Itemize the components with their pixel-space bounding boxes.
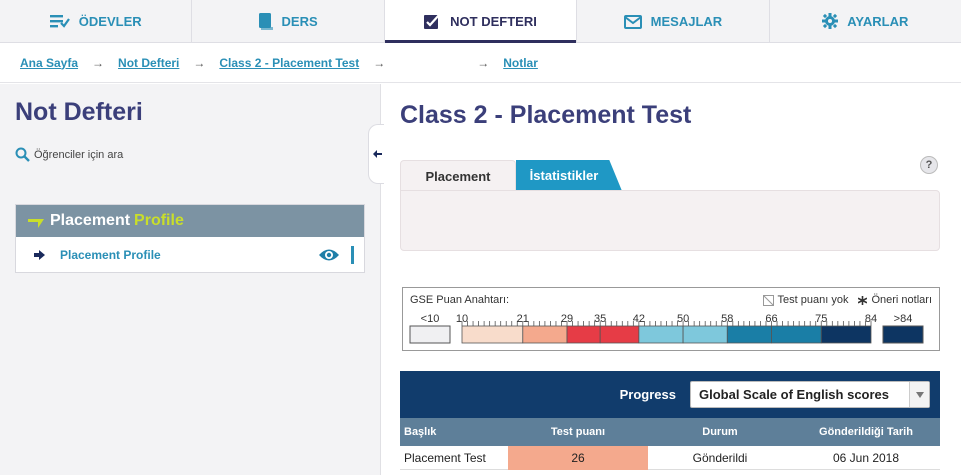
row-title: Placement Test xyxy=(404,450,486,465)
breadcrumb-redacted xyxy=(399,57,464,68)
gse-scale: <10 10 21 29 35 42 50 58 66 75 84 >84 xyxy=(409,313,924,344)
arrow-left-icon xyxy=(372,150,382,158)
gse-low-box xyxy=(409,325,451,344)
progress-label: Progress xyxy=(619,387,676,402)
page-title: Not Defteri xyxy=(15,98,143,126)
profile-item-divider xyxy=(351,246,354,264)
breadcrumb-notes[interactable]: Notlar xyxy=(503,56,538,70)
table-row[interactable]: Placement Test 26 Gönderildi 06 Jun 2018 xyxy=(400,445,940,470)
gse-tick-label: 58 xyxy=(721,313,733,325)
breadcrumb-gradebook[interactable]: Not Defteri xyxy=(118,56,179,70)
subtab-panel xyxy=(400,190,940,251)
arrow-right-icon xyxy=(34,250,45,260)
breadcrumb-separator: → xyxy=(92,55,105,70)
tab-course[interactable]: DERS xyxy=(192,0,385,42)
gse-tick-label: 21 xyxy=(517,313,529,325)
breadcrumb-separator: → xyxy=(193,55,206,70)
eye-icon[interactable] xyxy=(318,247,340,263)
gse-band xyxy=(820,325,872,344)
collapse-panel-button[interactable] xyxy=(368,124,384,184)
profile-header-main: Placement xyxy=(50,212,131,229)
book-icon xyxy=(258,12,273,30)
score-scale-select[interactable]: Global Scale of English scores xyxy=(690,381,930,408)
left-panel: Not Defteri Öğrenciler için ara Placemen… xyxy=(0,84,384,475)
tab-statistics[interactable]: İstatistikler xyxy=(516,160,622,191)
student-search[interactable]: Öğrenciler için ara xyxy=(15,147,123,162)
row-status: Gönderildi xyxy=(692,450,748,465)
progress-header: Progress Global Scale of English scores xyxy=(400,371,940,418)
tab-messages-label: MESAJLAR xyxy=(650,13,723,29)
tab-assignments-label: ÖDEVLER xyxy=(78,13,142,29)
row-score: 26 xyxy=(508,445,648,470)
search-icon xyxy=(15,147,30,162)
breadcrumb-separator: → xyxy=(477,55,490,70)
gse-tick-label: 10 xyxy=(456,313,468,325)
tab-settings[interactable]: AYARLAR xyxy=(770,0,961,42)
gse-tick-label: 29 xyxy=(561,313,573,325)
chevron-down-icon xyxy=(909,382,929,407)
tab-messages[interactable]: MESAJLAR xyxy=(577,0,770,42)
profile-item[interactable]: Placement Profile xyxy=(16,237,364,273)
gse-band xyxy=(522,325,568,344)
breadcrumb-class[interactable]: Class 2 - Placement Test xyxy=(219,56,359,70)
table-header: Başlık Test puanı Durum Gönderildiği Tar… xyxy=(400,418,940,446)
row-date: 06 Jun 2018 xyxy=(832,450,900,465)
gse-tick-label: 50 xyxy=(677,313,689,325)
gse-score-key: GSE Puan Anahtarı: Test puanı yok Öneri … xyxy=(402,287,940,351)
profile-header-highlight: Profile xyxy=(134,212,184,229)
main-title: Class 2 - Placement Test xyxy=(400,101,692,129)
breadcrumb-home[interactable]: Ana Sayfa xyxy=(20,56,78,70)
gse-low-label: <10 xyxy=(421,313,440,325)
gse-band xyxy=(461,325,524,344)
gradebook-icon xyxy=(424,13,440,29)
col-title[interactable]: Başlık xyxy=(400,426,508,438)
tab-placement[interactable]: Placement xyxy=(400,160,516,191)
tab-gradebook-label: NOT DEFTERI xyxy=(450,13,537,29)
gse-tick-label: 35 xyxy=(594,313,606,325)
breadcrumb: Ana Sayfa → Not Defteri → Class 2 - Plac… xyxy=(0,43,961,83)
gse-band xyxy=(682,325,728,344)
subtabs: Placement İstatistikler xyxy=(400,160,622,192)
profile-item-label: Placement Profile xyxy=(60,248,161,262)
score-scale-value: Global Scale of English scores xyxy=(699,387,890,402)
tab-gradebook[interactable]: NOT DEFTERI xyxy=(384,0,578,43)
gse-tick-label: 66 xyxy=(765,313,777,325)
tab-settings-label: AYARLAR xyxy=(847,13,909,29)
gse-band xyxy=(726,325,772,344)
profile-logo-icon xyxy=(28,219,44,228)
gse-band xyxy=(566,325,601,344)
gse-band xyxy=(771,325,822,344)
top-nav: ÖDEVLER DERS NOT DEFTERI MESAJLAR AYARLA… xyxy=(0,0,961,43)
col-date[interactable]: Gönderildiği Tarih xyxy=(792,426,940,438)
gse-high-label: >84 xyxy=(894,313,913,325)
gse-tick-label: 84 xyxy=(865,313,877,325)
gse-tick-label: 42 xyxy=(633,313,645,325)
profile-header: Placement Profile xyxy=(16,205,364,237)
tab-course-label: DERS xyxy=(281,13,318,29)
gse-band xyxy=(599,325,640,344)
help-button[interactable]: ? xyxy=(920,156,938,174)
gear-icon xyxy=(822,13,839,29)
assignments-icon xyxy=(49,15,70,28)
gse-band xyxy=(638,325,684,344)
tab-assignments[interactable]: ÖDEVLER xyxy=(0,0,193,42)
col-score[interactable]: Test puanı xyxy=(508,426,648,438)
search-label: Öğrenciler için ara xyxy=(34,148,124,161)
gse-tick-label: 75 xyxy=(815,313,827,325)
col-status[interactable]: Durum xyxy=(648,426,792,438)
profile-box: Placement Profile Placement Profile xyxy=(15,204,365,273)
messages-icon xyxy=(623,14,642,29)
breadcrumb-separator: → xyxy=(373,55,386,70)
gse-high-box xyxy=(882,325,924,344)
